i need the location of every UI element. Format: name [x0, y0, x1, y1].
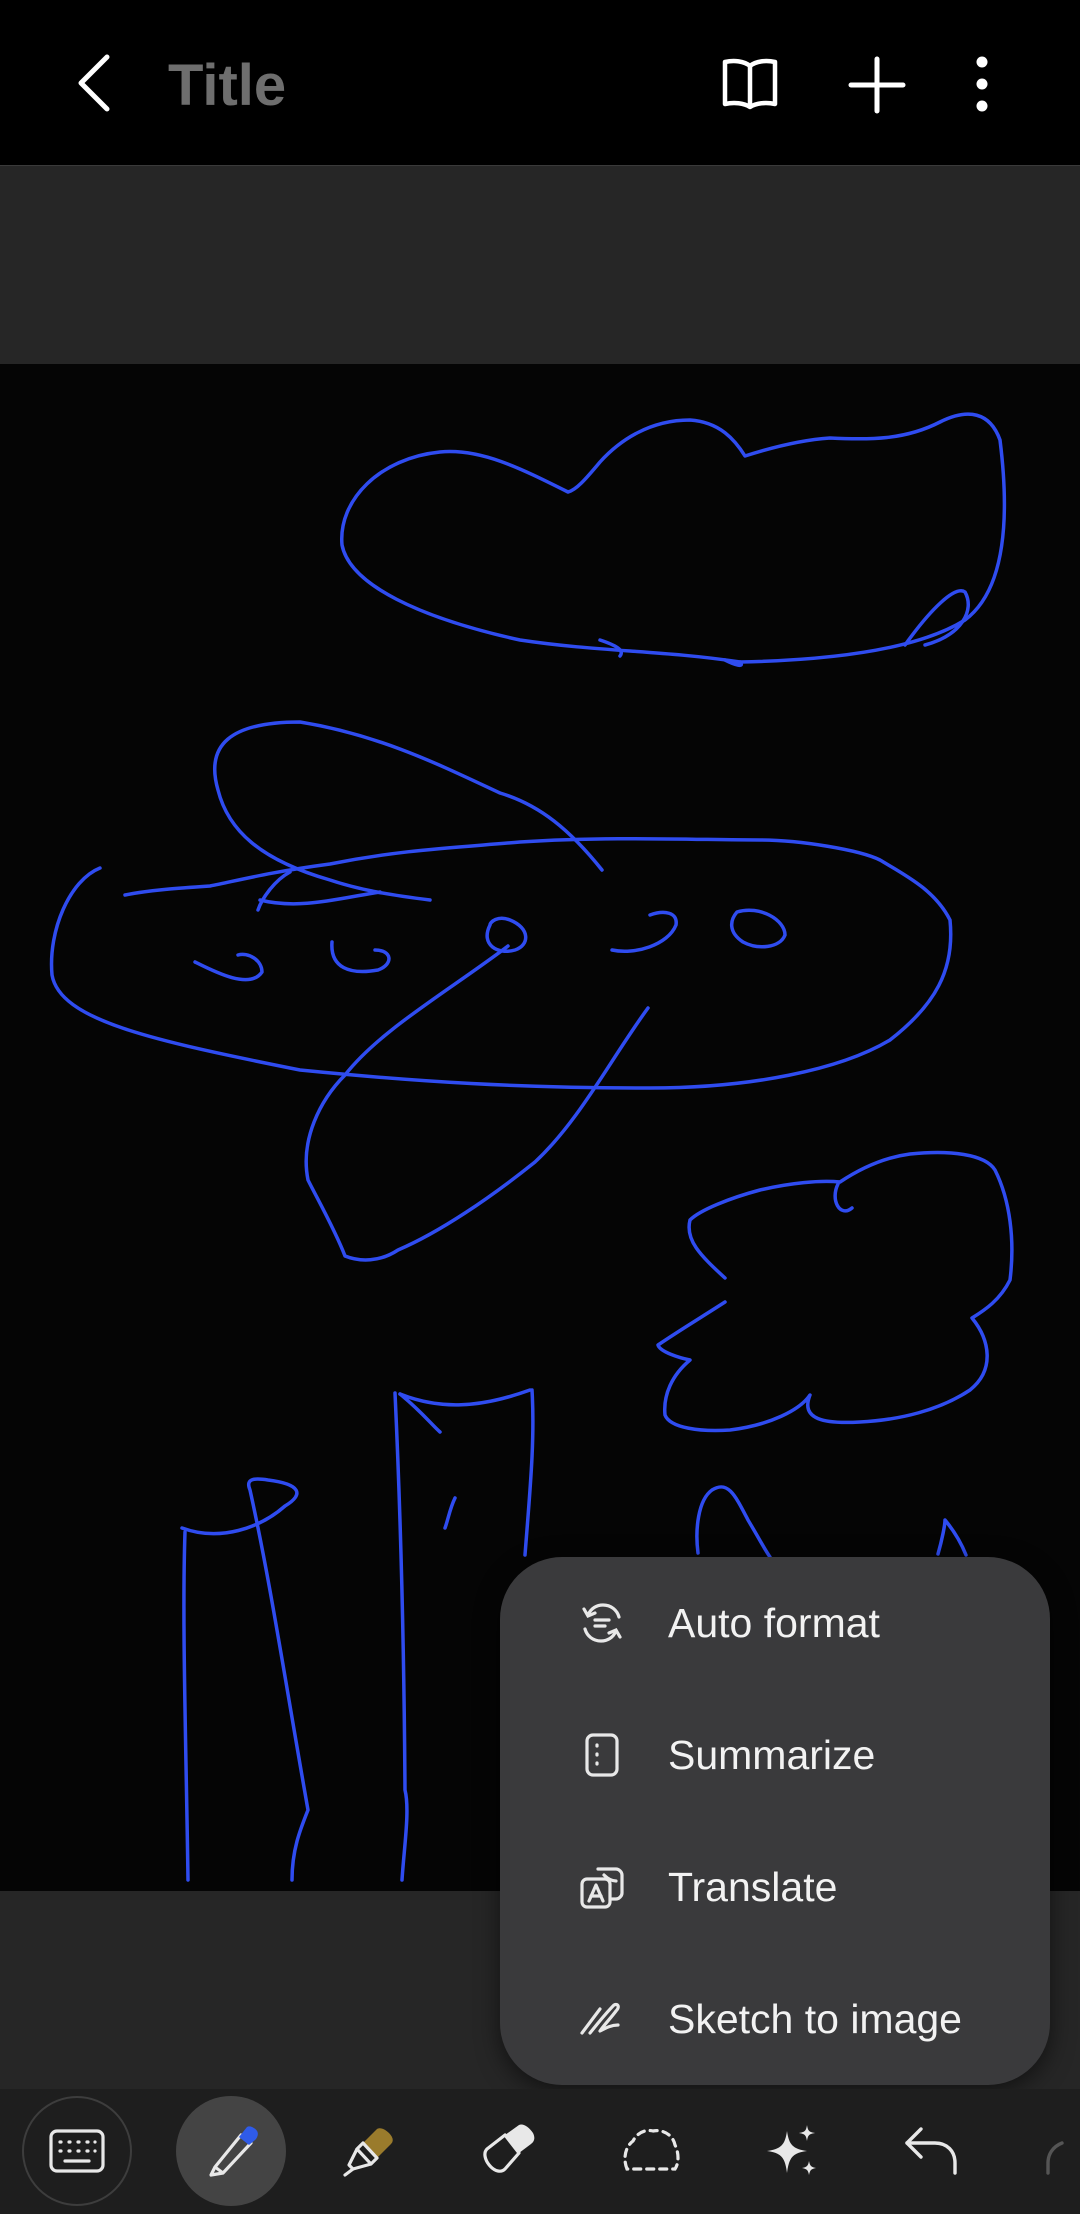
translate-icon — [578, 1863, 626, 1911]
highlighter-tool-button[interactable] — [314, 2096, 424, 2206]
keyboard-button[interactable] — [22, 2096, 132, 2206]
chevron-left-icon — [78, 54, 110, 112]
eraser-tool-button[interactable] — [454, 2096, 564, 2206]
highlighter-icon — [343, 2128, 393, 2177]
menu-item-label: Translate — [668, 1863, 838, 1910]
eraser-icon — [483, 2124, 535, 2173]
more-vertical-icon — [976, 56, 988, 112]
plus-icon — [848, 56, 906, 114]
redo-button[interactable] — [1030, 2096, 1080, 2206]
pen-tool-button[interactable] — [176, 2096, 286, 2206]
ai-assist-menu: Auto format Summarize Translate Sketch t… — [500, 1557, 1050, 2085]
note-title[interactable]: Title — [168, 52, 286, 119]
lasso-select-icon — [623, 2128, 680, 2171]
back-button[interactable] — [58, 40, 128, 126]
auto-format-icon — [578, 1599, 626, 1647]
lasso-tool-button[interactable] — [596, 2096, 706, 2206]
keyboard-icon — [49, 2129, 105, 2173]
page-margin-top — [0, 166, 1080, 364]
undo-button[interactable] — [876, 2096, 986, 2206]
pen-icon — [209, 2126, 258, 2177]
menu-item-sketch-to-image[interactable]: Sketch to image — [500, 1953, 1050, 2085]
reading-mode-button[interactable] — [712, 48, 788, 118]
sketch-to-image-icon — [578, 1995, 626, 2043]
summarize-icon — [578, 1731, 626, 1779]
undo-icon — [905, 2127, 957, 2175]
more-options-button[interactable] — [964, 48, 1000, 120]
redo-icon — [1046, 2141, 1064, 2175]
menu-item-label: Summarize — [668, 1731, 876, 1778]
menu-item-auto-format[interactable]: Auto format — [500, 1557, 1050, 1689]
book-icon — [722, 58, 778, 110]
ai-sparkle-icon — [767, 2125, 816, 2175]
ai-assist-button[interactable] — [736, 2096, 846, 2206]
drawing-toolbar — [0, 2089, 1080, 2214]
top-app-bar: Title — [0, 0, 1080, 166]
menu-item-translate[interactable]: Translate — [500, 1821, 1050, 1953]
menu-item-label: Sketch to image — [668, 1995, 962, 2042]
add-page-button[interactable] — [842, 50, 912, 120]
menu-item-summarize[interactable]: Summarize — [500, 1689, 1050, 1821]
menu-item-label: Auto format — [668, 1599, 880, 1646]
